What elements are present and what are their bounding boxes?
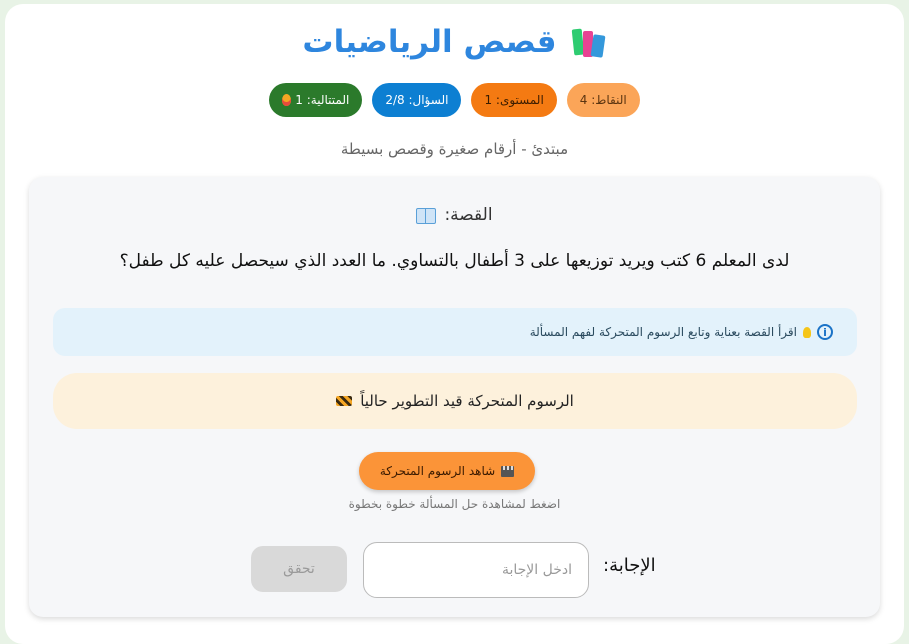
level-badge: المستوى: 1 [471, 83, 557, 117]
answer-input[interactable] [363, 542, 589, 598]
construction-barrier-icon [336, 396, 353, 406]
fire-icon [282, 94, 292, 106]
animation-notice-text: الرسوم المتحركة قيد التطوير حالياً [360, 392, 574, 410]
story-text: لدى المعلم 6 كتب ويريد توزيعها على 3 أطف… [119, 251, 790, 271]
story-card: القصة: لدى المعلم 6 كتب ويريد توزيعها عل… [29, 177, 880, 617]
watch-animation-label: شاهد الرسوم المتحركة [379, 464, 496, 478]
app-page: قصص الرياضيات النقاط: 4 المستوى: 1 السؤا… [5, 4, 904, 644]
watch-hint: اضغط لمشاهدة حل المسألة خطوة بخطوة [348, 497, 561, 511]
stats-badges: النقاط: 4 المستوى: 1 السؤال: 2/8 المتتال… [5, 83, 904, 117]
level-description: مبتدئ - أرقام صغيرة وقصص بسيطة [340, 140, 569, 158]
info-tip: i اقرأ القصة بعناية وتابع الرسوم المتحرك… [53, 308, 857, 356]
streak-badge: المتتالية: 1 [269, 83, 363, 117]
header: قصص الرياضيات [5, 24, 904, 60]
check-button[interactable]: تحقق [251, 546, 347, 592]
info-icon: i [817, 324, 833, 340]
books-icon [571, 25, 607, 59]
page-title: قصص الرياضيات [302, 24, 557, 60]
question-badge: السؤال: 2/8 [372, 83, 462, 117]
clapper-board-icon [501, 465, 515, 477]
points-badge: النقاط: 4 [566, 83, 640, 117]
info-tip-text: اقرأ القصة بعناية وتابع الرسوم المتحركة … [529, 325, 797, 339]
watch-animation-button[interactable]: شاهد الرسوم المتحركة [359, 452, 535, 490]
animation-notice: الرسوم المتحركة قيد التطوير حالياً [53, 373, 857, 429]
answer-label: الإجابة: [603, 555, 656, 576]
story-heading-label: القصة: [444, 205, 493, 225]
story-heading: القصة: [29, 205, 880, 225]
open-book-icon [416, 208, 437, 224]
lightbulb-icon [803, 326, 811, 338]
